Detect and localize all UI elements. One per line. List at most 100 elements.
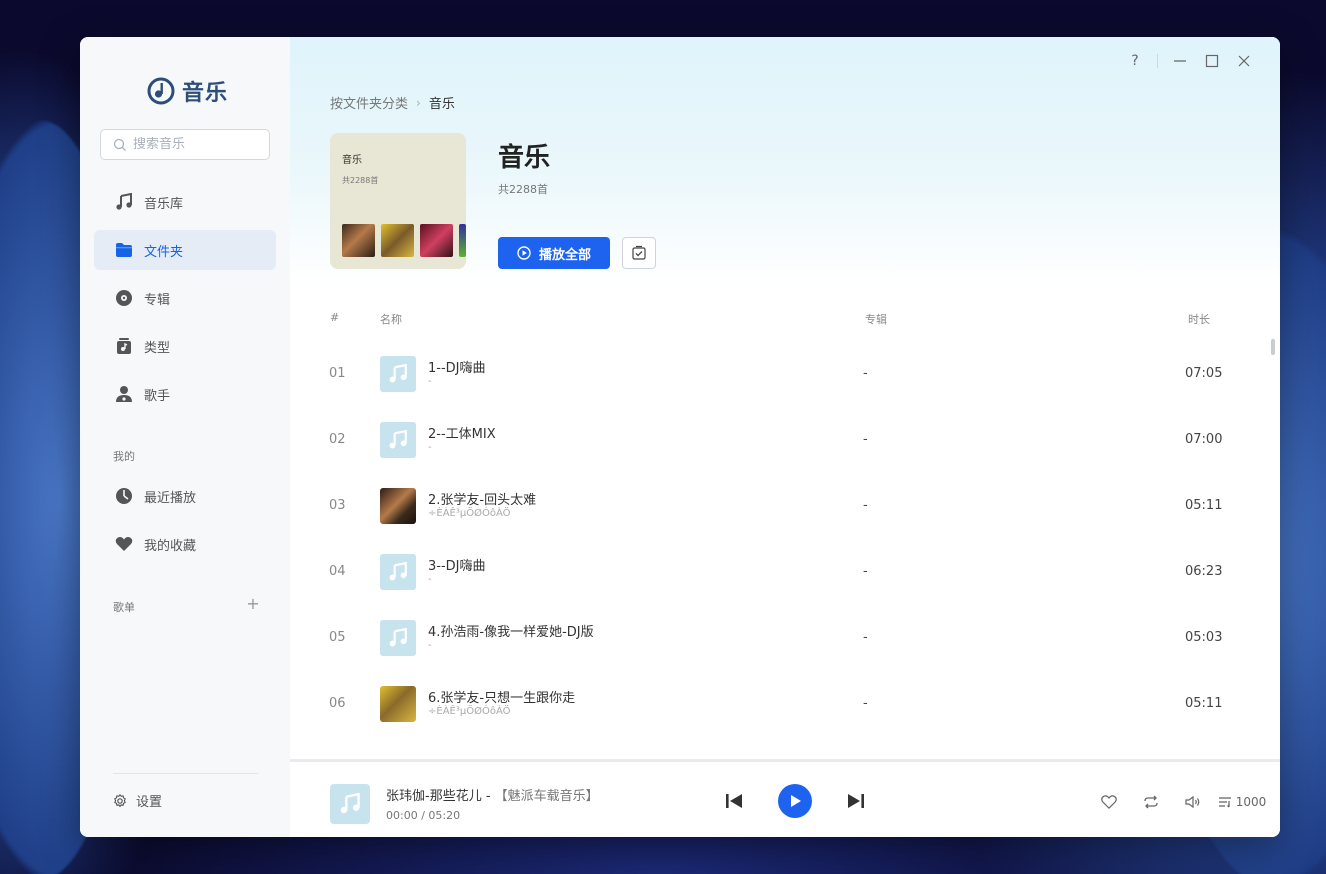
app-name: 音乐 [182,81,229,106]
favorite-button[interactable] [1088,793,1130,811]
search-box[interactable] [100,129,270,160]
breadcrumb-parent[interactable]: 按文件夹分类 [330,93,408,112]
col-album[interactable]: 专辑 [865,311,887,327]
previous-button[interactable] [722,791,746,811]
help-icon: ? [1131,53,1139,69]
skip-previous-icon [726,794,742,808]
sidebar: 音乐 音乐库 文件夹 专辑 [80,37,290,837]
col-duration[interactable]: 时长 [1188,311,1210,327]
volume-button[interactable] [1172,793,1214,811]
col-name[interactable]: 名称 [380,311,402,327]
track-album: - [863,432,868,447]
table-row[interactable]: 02 2--工体MIX - -07:00 [290,407,1260,473]
skip-next-icon [848,794,864,808]
track-title: 4.孙浩雨-像我一样爱她-DJ版 [428,625,594,640]
sidebar-divider [113,773,258,774]
search-input[interactable] [133,137,253,152]
track-index: 06 [329,696,346,711]
repeat-icon [1144,795,1158,809]
help-button[interactable]: ? [1119,49,1151,73]
add-playlist-button[interactable]: + [244,595,262,613]
player-bar: 张玮伽-那些花儿 - 【魅派车载音乐】 00:00 / 05:20 1000 [290,759,1280,837]
play-icon [791,795,801,807]
cover-thumb [459,224,466,257]
track-art [380,620,416,656]
table-row[interactable]: 04 3--DJ嗨曲 - -06:23 [290,539,1260,605]
nav-recent[interactable]: 最近播放 [94,476,276,516]
queue-count: 1000 [1235,795,1267,809]
nav-album[interactable]: 专辑 [94,278,276,318]
close-icon [1238,55,1250,67]
nav-label: 最近播放 [144,490,197,506]
track-title: 2--工体MIX [428,427,496,442]
checklist-icon [632,245,646,260]
genre-icon [114,336,134,356]
track-art [380,488,416,524]
track-art [380,422,416,458]
track-art [380,554,416,590]
nav-folder[interactable]: 文件夹 [94,230,276,270]
now-playing-song: 张玮伽-那些花儿 - [386,789,495,804]
table-header: # 名称 专辑 时长 [290,311,1280,327]
track-artist: - [428,574,432,585]
table-row[interactable]: 03 2.张学友-回头太难 ÷ÈÀÊ³µÖØÓôÀÖ - 05:11 [290,473,1260,539]
track-duration: 05:11 [1185,498,1223,513]
playback-time: 00:00 / 05:20 [386,809,461,822]
cover-thumb [381,224,414,257]
main-content: ? 按文件夹分类 › 音乐 音乐 共2288首 音乐 共2288首 播放全部 #… [290,37,1280,762]
settings-button[interactable]: 设置 [113,791,162,810]
track-duration: 07:00 [1185,432,1223,447]
cover-thumb [342,224,375,257]
maximize-button[interactable] [1196,49,1228,73]
play-all-button[interactable]: 播放全部 [498,237,610,269]
table-row[interactable]: 01 1--DJ嗨曲 - -07:05 [290,341,1260,407]
volume-icon [1185,795,1200,809]
nav-music-library[interactable]: 音乐库 [94,182,276,222]
track-title: 2.张学友-回头太难 [428,493,537,508]
music-note-icon [340,793,360,814]
folder-icon [114,240,134,260]
track-title: 6.张学友-只想一生跟你走 [428,691,576,706]
app-window: 音乐 音乐库 文件夹 专辑 [80,37,1280,837]
next-button[interactable] [844,791,868,811]
nav-genre[interactable]: 类型 [94,326,276,366]
music-note-icon [389,364,407,383]
repeat-button[interactable] [1130,793,1172,811]
playlist-icon [1218,797,1231,808]
queue-button[interactable]: 1000 [1214,793,1270,811]
track-duration: 05:11 [1185,696,1223,711]
track-index: 03 [329,498,346,513]
nav-label: 音乐库 [144,196,184,212]
nav-label: 文件夹 [144,244,184,260]
cover-thumb [420,224,453,257]
settings-label: 设置 [136,795,163,810]
table-row[interactable]: 06 6.张学友-只想一生跟你走 ÷ÈÀÊ³µÖØÓôÀÖ - 05:11 [290,671,1260,737]
table-row[interactable]: 05 4.孙浩雨-像我一样爱她-DJ版 - -05:03 [290,605,1260,671]
minimize-button[interactable] [1164,49,1196,73]
music-note-icon [389,430,407,449]
play-button[interactable] [778,784,812,818]
now-playing-title: 张玮伽-那些花儿 - 【魅派车载音乐】 [386,785,599,804]
multi-select-button[interactable] [622,237,656,269]
player-options: 1000 [1088,793,1270,811]
track-duration: 06:23 [1185,564,1223,579]
track-artist: - [428,640,432,651]
gear-icon [114,793,126,807]
nav-singer[interactable]: 歌手 [94,374,276,414]
close-button[interactable] [1228,49,1260,73]
track-index: 01 [329,366,346,381]
track-index: 05 [329,630,346,645]
music-note-icon [114,192,134,212]
track-art [380,686,416,722]
play-all-label: 播放全部 [538,246,591,262]
track-artist: ÷ÈÀÊ³µÖØÓôÀÖ [428,508,511,519]
clock-icon [114,486,134,506]
nav-label: 我的收藏 [144,538,197,554]
track-album: - [863,564,868,579]
nav-favorites[interactable]: 我的收藏 [94,524,276,564]
music-logo-icon [147,77,175,105]
scrollbar-thumb[interactable] [1271,339,1275,355]
track-artist: - [428,442,432,453]
track-artist: ÷ÈÀÊ³µÖØÓôÀÖ [428,706,511,717]
track-art [380,356,416,392]
